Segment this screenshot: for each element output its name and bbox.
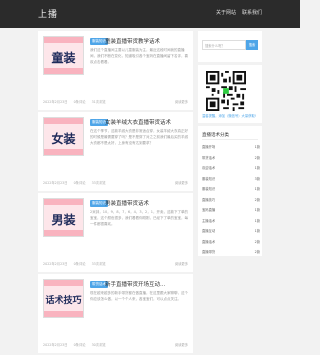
thumb-decoration xyxy=(44,280,83,286)
post-title[interactable]: 童装直播带货教学话术 xyxy=(105,37,190,45)
nav-about[interactable]: 关于网站 xyxy=(216,9,236,16)
tag-name: 直播带货 xyxy=(202,250,216,254)
post-title[interactable]: 男装直播带货话术 xyxy=(105,199,190,207)
read-more-link[interactable]: 阅读更多 xyxy=(175,342,188,347)
tags-title: 直播话术分类 xyxy=(202,133,229,138)
post-card[interactable]: 话术技巧 带货话术 新手直播带货开场互动... 现在越来越多的新手带货都在做直播… xyxy=(38,274,193,353)
post-date: 2022年2月23日 xyxy=(43,343,68,347)
post-excerpt: 我们这个直播间主要以儿童服装为主，最近这段时间我的直播间，我们不断在变化，知道吸… xyxy=(90,48,188,64)
tag-count: 2篇 xyxy=(254,250,260,254)
post-thumbnail[interactable]: 男装 xyxy=(43,198,84,237)
thumb-decoration xyxy=(44,199,83,205)
thumb-decoration xyxy=(44,311,83,317)
post-date: 2022年2月23日 xyxy=(43,181,68,185)
qr-code-icon xyxy=(206,71,246,111)
post-meta: 2022年2月23日 0条评论 30次浏览 阅读更多 xyxy=(43,342,188,347)
tag-item[interactable]: 直播带货 2篇 xyxy=(202,249,260,260)
qr-widget: 温馨提醒，添加（微信号）大量获取! xyxy=(198,65,262,123)
tag-count: 1篇 xyxy=(254,218,260,223)
post-thumbnail[interactable]: 女装 xyxy=(43,117,84,156)
tag-item[interactable]: 宝妈直播 1篇 xyxy=(202,207,260,218)
post-date: 2022年2月23日 xyxy=(43,100,68,104)
tag-count: 2篇 xyxy=(254,197,260,202)
tag-count: 3篇 xyxy=(254,176,260,181)
qr-caption: 温馨提醒，添加（微信号）大量获取! xyxy=(202,114,257,118)
tag-name: 服装知识 xyxy=(202,187,216,191)
tag-item[interactable]: 直播话术 2篇 xyxy=(202,239,260,250)
sidebar: 搜索什么呢？ 搜索 温馨提醒，添加（微信号）大量获取! 直播话术分类 直播开场 … xyxy=(198,31,262,259)
nav-contact[interactable]: 联系我们 xyxy=(242,9,262,16)
post-excerpt: 在这个季节，这款羊绒大衣是非常适合穿，女装羊绒大衣真正好的时候是最需要穿了吗？是… xyxy=(90,129,188,145)
thumb-decoration xyxy=(44,68,83,74)
post-comments: 0条评论 xyxy=(73,181,86,185)
tag-item[interactable]: 服装知识 3篇 xyxy=(202,176,260,187)
tag-name: 带货话术 xyxy=(202,155,216,160)
tag-item[interactable]: 带货话术 2篇 xyxy=(202,155,260,166)
thumb-decoration xyxy=(44,37,83,43)
tag-count: 1篇 xyxy=(254,208,260,212)
site-logo[interactable]: 上播 xyxy=(38,7,58,20)
post-date: 2022年2月23日 xyxy=(43,262,68,266)
post-comments: 0条评论 xyxy=(73,262,86,266)
tag-count: 1篇 xyxy=(254,229,260,233)
post-thumbnail[interactable]: 话术技巧 xyxy=(43,279,84,318)
tag-item[interactable]: 直播开场 1篇 xyxy=(202,144,260,155)
search-widget: 搜索什么呢？ 搜索 xyxy=(198,31,262,62)
top-navbar: 上播 关于网站 联系我们 xyxy=(0,0,300,28)
post-meta: 2022年2月23日 0条评论 33次浏览 阅读更多 xyxy=(43,261,188,266)
thumb-word: 男装 xyxy=(51,213,76,227)
tag-count: 2篇 xyxy=(254,239,260,244)
tag-name: 直播开场 xyxy=(202,145,216,149)
tag-count: 1篇 xyxy=(254,187,260,191)
main-nav: 关于网站 联系我们 xyxy=(216,9,262,16)
thumb-decoration xyxy=(44,118,83,124)
post-views: 33次浏览 xyxy=(91,262,106,266)
post-views: 33次浏览 xyxy=(91,181,106,185)
tag-name: 直播互动 xyxy=(202,229,216,233)
post-card[interactable]: 女装 服装知识 女装羊绒大衣直播带货话术 在这个季节，这款羊绒大衣是非常适合穿，… xyxy=(38,112,193,191)
tag-item[interactable]: 欢迎话术 1篇 xyxy=(202,165,260,176)
tag-name: 宝妈直播 xyxy=(202,208,216,212)
read-more-link[interactable]: 阅读更多 xyxy=(175,261,188,266)
post-excerpt: 现在越来越多的新手带货都在做直播，在这里跟大家聊聊，这个你应该怎么做，以一个个人… xyxy=(90,291,188,301)
thumb-word: 女装 xyxy=(51,132,76,146)
tag-list: 直播开场 1篇 带货话术 2篇 欢迎话术 1篇 服装知识 3篇 服装知识 1篇 直播技巧 2… xyxy=(202,144,260,260)
post-meta: 2022年2月23日 0条评论 31次浏览 阅读更多 xyxy=(43,99,188,104)
tag-count: 1篇 xyxy=(254,166,260,170)
post-comments: 0条评论 xyxy=(73,343,86,347)
divider xyxy=(202,139,258,140)
tag-name: 服装知识 xyxy=(202,176,216,181)
post-views: 30次浏览 xyxy=(91,343,106,347)
post-title[interactable]: 新手直播带货开场互动... xyxy=(105,280,190,288)
tag-item[interactable]: 主播话术 1篇 xyxy=(202,218,260,229)
post-title[interactable]: 女装羊绒大衣直播带货话术 xyxy=(105,118,190,126)
tag-item[interactable]: 直播互动 1篇 xyxy=(202,228,260,239)
tag-item[interactable]: 直播技巧 2篇 xyxy=(202,197,260,208)
thumb-decoration xyxy=(44,230,83,236)
post-card[interactable]: 童装 服装知识 童装直播带货教学话术 我们这个直播间主要以儿童服装为主，最近这段… xyxy=(38,31,193,110)
thumb-word: 童装 xyxy=(51,51,76,65)
search-input[interactable]: 搜索什么呢？ xyxy=(202,40,246,50)
tag-count: 1篇 xyxy=(254,145,260,149)
tag-name: 直播话术 xyxy=(202,239,216,244)
read-more-link[interactable]: 阅读更多 xyxy=(175,99,188,104)
tag-name: 直播技巧 xyxy=(202,197,216,202)
tag-count: 2篇 xyxy=(254,155,260,160)
post-comments: 0条评论 xyxy=(73,100,86,104)
post-card[interactable]: 男装 服装知识 男装直播带货话术 2米钟，10，9，8，7，6，4，3，2，1，… xyxy=(38,193,193,272)
post-meta: 2022年2月23日 0条评论 33次浏览 阅读更多 xyxy=(43,180,188,185)
post-thumbnail[interactable]: 童装 xyxy=(43,36,84,75)
tag-name: 欢迎话术 xyxy=(202,166,216,170)
tag-item[interactable]: 服装知识 1篇 xyxy=(202,186,260,197)
tag-name: 主播话术 xyxy=(202,218,216,223)
tags-widget: 直播话术分类 直播开场 1篇 带货话术 2篇 欢迎话术 1篇 服装知识 3篇 服装知识 1… xyxy=(198,126,262,256)
post-views: 31次浏览 xyxy=(91,100,106,104)
thumb-decoration xyxy=(44,149,83,155)
search-button[interactable]: 搜索 xyxy=(246,40,258,50)
read-more-link[interactable]: 阅读更多 xyxy=(175,180,188,185)
post-list: 童装 服装知识 童装直播带货教学话术 我们这个直播间主要以儿童服装为主，最近这段… xyxy=(38,31,193,355)
post-excerpt: 2米钟，10，9，8，7，6，4，3，2，1，开卖，这款下了单的宝宝，这个颜色很… xyxy=(90,210,188,226)
